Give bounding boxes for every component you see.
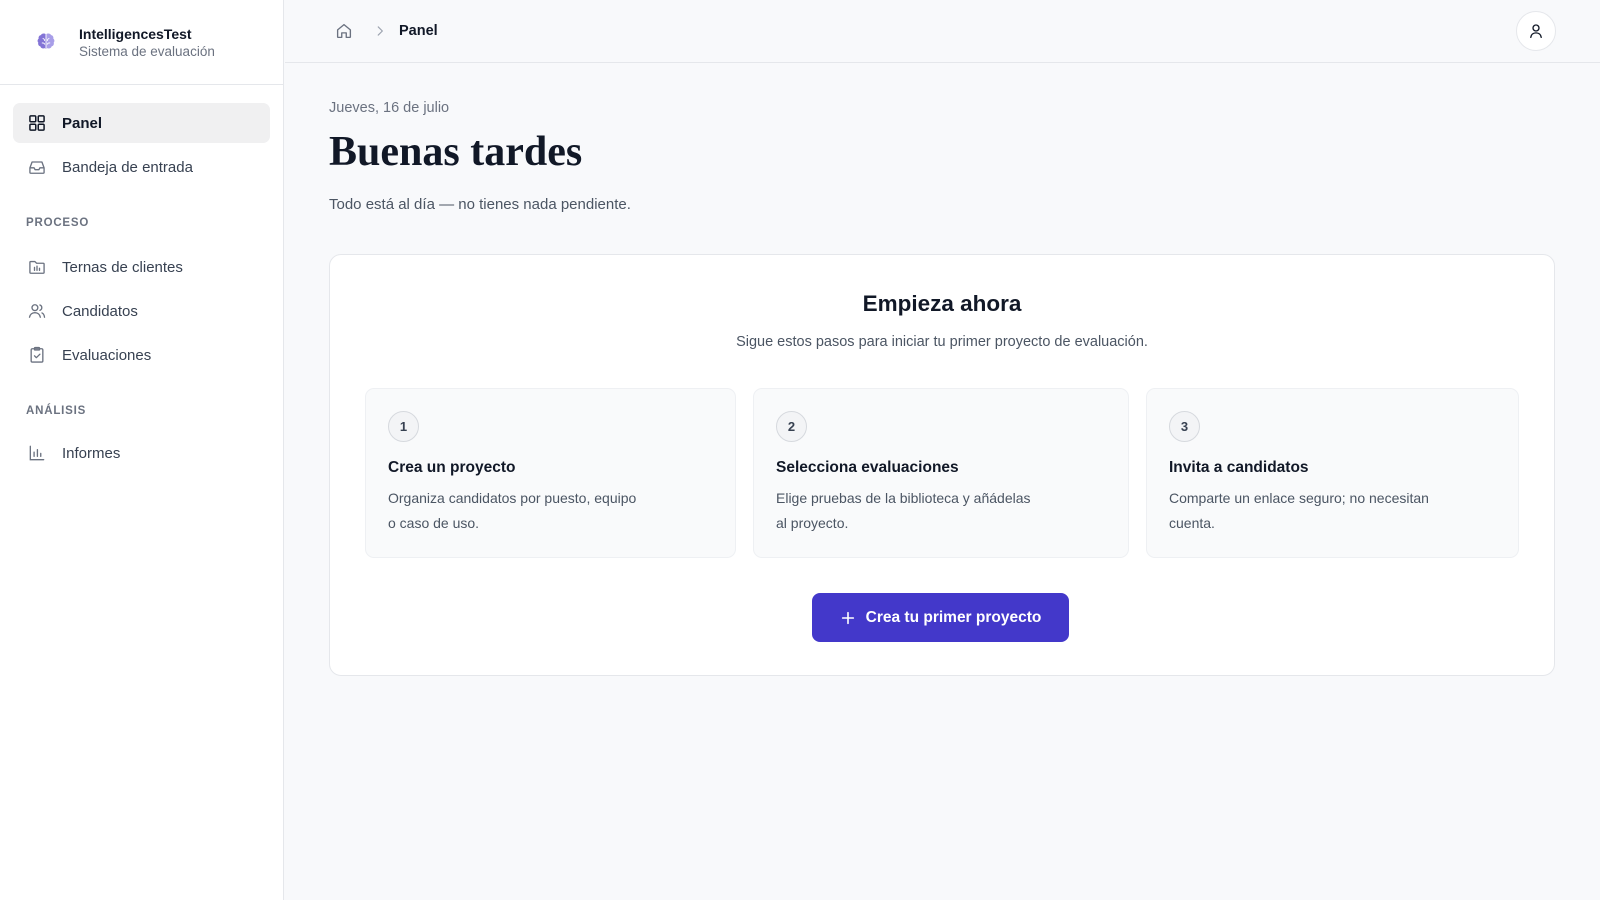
brain-logo-icon: [37, 33, 55, 50]
step-card-3: 3 Invita a candidatos Comparte un enlace…: [1146, 388, 1519, 558]
sidebar-item-ternas[interactable]: Ternas de clientes: [13, 247, 270, 287]
step-description: Comparte un enlace seguro; no necesitan …: [1169, 486, 1496, 535]
sidebar-item-inbox[interactable]: Bandeja de entrada: [13, 147, 270, 187]
step-description-line: cuenta.: [1169, 514, 1215, 531]
step-title: Selecciona evaluaciones: [776, 459, 959, 476]
card-subtitle: Sigue estos pasos para iniciar tu primer…: [736, 334, 1148, 350]
button-label: Crea tu primer proyecto: [865, 608, 1042, 626]
step-title: Invita a candidatos: [1169, 459, 1309, 476]
step-description-line: Elige pruebas de la biblioteca y añádela…: [776, 490, 1031, 506]
sidebar-item-candidatos[interactable]: Candidatos: [13, 291, 270, 331]
step-card-2: 2 Selecciona evaluaciones Elige pruebas …: [753, 388, 1129, 558]
section-title-proceso: PROCESO: [26, 217, 90, 229]
grid-icon: [29, 115, 45, 131]
step-description: Elige pruebas de la biblioteca y añádela…: [776, 486, 1106, 535]
step-number: 3: [1169, 411, 1200, 442]
step-card-1: 1 Crea un proyecto Organiza candidatos p…: [365, 388, 736, 558]
step-description-line: Organiza candidatos por puesto, equipo: [388, 490, 637, 506]
step-number: 1: [388, 411, 419, 442]
top-header: Panel: [285, 0, 1600, 63]
card-title: Empieza ahora: [862, 291, 1022, 316]
plus-icon: [841, 611, 854, 624]
user-menu-button[interactable]: [1516, 11, 1556, 51]
sidebar-item-label: Bandeja de entrada: [62, 158, 193, 176]
sidebar-nav: Panel Bandeja de entrada PROCESO Ternas …: [0, 85, 283, 473]
folder-calendar-icon: [29, 260, 45, 274]
bar-chart-icon: [29, 445, 45, 461]
app-name: IntelligencesTest: [79, 25, 192, 42]
sidebar: IntelligencesTest Sistema de evaluación …: [0, 0, 284, 900]
user-icon: [1530, 24, 1542, 39]
sidebar-item-evaluaciones[interactable]: Evaluaciones: [13, 335, 270, 375]
get-started-card: Empieza ahora Sigue estos pasos para ini…: [329, 254, 1555, 676]
clipboard-check-icon: [30, 346, 44, 363]
step-description: Organiza candidatos por puesto, equipo o…: [388, 486, 713, 535]
sidebar-item-label: Candidatos: [62, 302, 138, 320]
sidebar-item-panel[interactable]: Panel: [13, 103, 270, 143]
step-title: Crea un proyecto: [388, 459, 516, 476]
chevron-right-icon: [377, 26, 383, 36]
sidebar-item-informes[interactable]: Informes: [13, 433, 270, 473]
breadcrumb-current: Panel: [399, 23, 438, 39]
step-description-line: Comparte un enlace seguro; no necesitan: [1169, 490, 1429, 506]
sidebar-item-label: Panel: [62, 114, 103, 132]
home-icon[interactable]: [335, 22, 353, 40]
status-message: Todo está al día — no tienes nada pendie…: [329, 196, 631, 213]
sidebar-item-label: Evaluaciones: [62, 346, 152, 364]
app-subtitle: Sistema de evaluación: [79, 43, 215, 59]
step-number: 2: [776, 411, 807, 442]
step-description-line: al proyecto.: [776, 514, 849, 531]
current-date: Jueves, 16 de julio: [329, 100, 450, 116]
sidebar-item-label: Informes: [62, 444, 121, 462]
inbox-icon: [29, 161, 45, 174]
users-icon: [28, 304, 46, 318]
create-first-project-button[interactable]: Crea tu primer proyecto: [812, 593, 1069, 642]
sidebar-item-label: Ternas de clientes: [62, 258, 183, 276]
section-title-analisis: ANÁLISIS: [26, 405, 87, 417]
step-description-line: o caso de uso.: [388, 514, 480, 531]
brand[interactable]: IntelligencesTest Sistema de evaluación: [0, 0, 283, 85]
page-title: Buenas tardes: [329, 129, 583, 175]
